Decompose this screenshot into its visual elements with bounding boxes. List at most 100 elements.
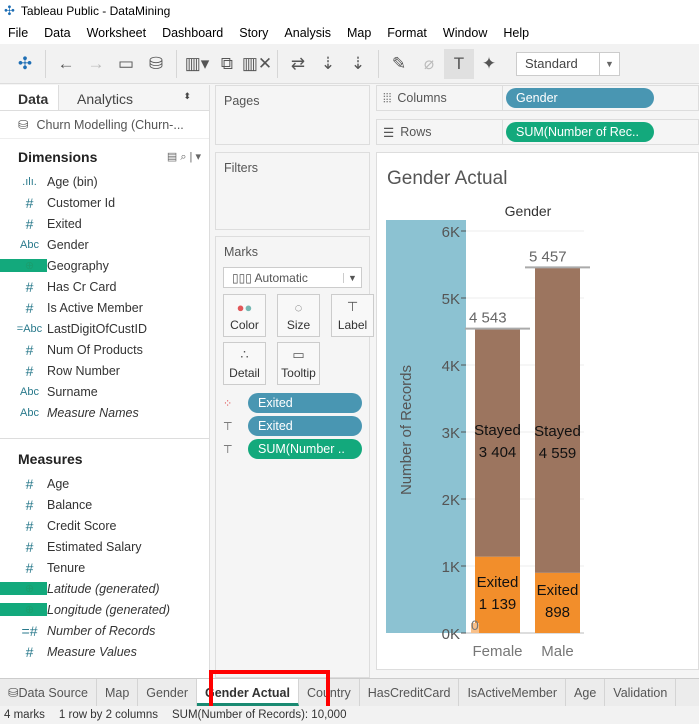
sort-descending-icon[interactable]: ⇣ [343,49,373,79]
pill-exited-color[interactable]: Exited [248,393,362,413]
y-tick-label: 1K [442,559,460,576]
datasource-item[interactable]: ⛁ Churn Modelling (Churn-... [0,111,209,139]
field-item[interactable]: ⊕ Longitude (generated) [0,599,209,620]
sheet-tab[interactable]: Map [97,679,139,706]
field-item[interactable]: # Exited [0,213,209,234]
globe-icon: ⊕ [0,603,47,616]
field-item[interactable]: =# Number of Records [0,620,209,641]
duplicate-sheet-icon[interactable]: ⧉ [212,49,242,79]
forward-arrow-icon[interactable]: → [81,49,111,79]
tab-analytics[interactable]: Analytics ⬍ [58,85,209,110]
field-item[interactable]: # Customer Id [0,192,209,213]
menu-format[interactable]: Format [379,26,435,40]
field-item[interactable]: Abc Surname [0,381,209,402]
save-icon[interactable]: ▭ [111,49,141,79]
swap-icon[interactable]: ⇄ [283,49,313,79]
status-bar: 4 marks 1 row by 2 columns SUM(Number of… [0,706,699,724]
menu-analysis[interactable]: Analysis [276,26,339,40]
fit-select[interactable]: Standard ▼ [516,51,620,76]
segment-label-value: 4 559 [539,445,577,462]
tooltip-button[interactable]: ▭ Tooltip [277,342,320,385]
sort-ascending-icon[interactable]: ⇣ [313,49,343,79]
menu-map[interactable]: Map [339,26,379,40]
marks-card: Marks ▯▯▯ Automatic ▼ ●● Color ◌ Size ⊤ Labe… [215,236,374,678]
menu-file[interactable]: File [0,26,36,40]
menu-worksheet[interactable]: Worksheet [79,26,155,40]
number-icon: # [25,517,34,534]
rows-shelf[interactable]: ☰ Rows SUM(Number of Rec.. [376,119,699,145]
back-arrow-icon[interactable]: ← [51,49,81,79]
new-worksheet-icon[interactable]: ▥▾ [182,49,212,79]
globe-icon: ⊕ [0,259,47,272]
color-button[interactable]: ●● Color [223,294,266,337]
tableau-logo-icon[interactable]: ✣ [10,49,40,79]
detail-icon: ∴ [240,347,249,362]
field-item[interactable]: # Has Cr Card [0,276,209,297]
field-item[interactable]: # Tenure [0,557,209,578]
columns-shelf[interactable]: ⦙⦙⦙ Columns Gender [376,85,699,111]
menu-help[interactable]: Help [495,26,537,40]
sheet-tab-label: Gender [146,685,188,700]
menu-window[interactable]: Window [435,26,495,40]
tab-analytics-label: Analytics [77,91,134,107]
menu-data[interactable]: Data [36,26,78,40]
highlight-icon[interactable]: ✎ [384,49,414,79]
field-label: Has Cr Card [47,279,117,294]
field-item[interactable]: =Abc LastDigitOfCustID [0,318,209,339]
sheet-tab[interactable]: HasCreditCard [360,679,460,706]
field-item[interactable]: # Row Number [0,360,209,381]
menu-dashboard[interactable]: Dashboard [154,26,231,40]
pill-gender[interactable]: Gender [506,88,654,108]
tooltip-icon: ▭ [292,347,305,362]
mark-type-select[interactable]: ▯▯▯ Automatic ▼ [223,267,362,288]
field-label: Longitude (generated) [47,602,171,617]
color-label: Color [230,317,259,332]
dimensions-list: .ılı. Age (bin) # Customer Id # Exited Abc Gend… [0,171,209,423]
show-labels-icon[interactable]: T [444,48,474,79]
field-item[interactable]: # Credit Score [0,515,209,536]
menu-bar: File Data Worksheet Dashboard Story Analysis M… [0,22,699,44]
size-label: Size [286,317,311,332]
pill-sum-records[interactable]: SUM(Number .. [248,439,362,459]
pill-exited-label[interactable]: Exited [248,416,362,436]
size-button[interactable]: ◌ Size [277,294,320,337]
label-label: Label [337,318,368,332]
filters-card[interactable]: Filters [215,152,370,230]
menu-story[interactable]: Story [231,26,276,40]
sheet-tab-label: IsActiveMember [467,685,558,700]
field-item[interactable]: # Is Active Member [0,297,209,318]
sheet-tab[interactable]: IsActiveMember [459,679,567,706]
sheet-tab[interactable]: Gender [138,679,197,706]
new-datasource-icon[interactable]: ⛁ [141,49,171,79]
globe-icon: ⊕ [0,582,47,595]
field-item[interactable]: Abc Measure Names [0,402,209,423]
bar-chart-icon: ▯▯▯ [232,270,255,285]
field-item[interactable]: ⊕ Latitude (generated) [0,578,209,599]
field-item[interactable]: # Age [0,473,209,494]
clear-sheet-icon[interactable]: ▥✕ [242,49,272,79]
field-item[interactable]: # Estimated Salary [0,536,209,557]
sheet-tabs: ⛁ Data Source Map Gender Gender Actual Count… [0,678,699,706]
field-item[interactable]: .ılı. Age (bin) [0,171,209,192]
pages-card[interactable]: Pages [215,85,370,145]
annotate-icon[interactable]: ⌀ [414,49,444,79]
detail-button[interactable]: ∴ Detail [223,342,266,385]
view-options-icon[interactable]: ▤ ⌕ | ▾ [167,150,201,164]
measures-heading: Measures [18,451,83,467]
color-icon: ●● [236,299,253,315]
stacked-bar-chart: Number of Records Gender 0K 1K 2K 3K 4K 5K 6K 4 5… [386,203,590,660]
field-item[interactable]: Abc Gender [0,234,209,255]
sheet-tab[interactable]: ⛁ Data Source [0,679,97,706]
field-item[interactable]: # Balance [0,494,209,515]
tab-data[interactable]: Data [0,85,58,110]
sheet-tab[interactable]: Age [566,679,606,706]
field-item[interactable]: # Num Of Products [0,339,209,360]
sheet-tab[interactable]: Validation [605,679,677,706]
label-button[interactable]: ⊤ Label [331,294,374,337]
field-item[interactable]: ⊕ Geography [0,255,209,276]
pill-sum-number-of-records[interactable]: SUM(Number of Rec.. [506,122,654,142]
segment-label-name: Exited [537,582,579,599]
field-item[interactable]: # Measure Values [0,641,209,662]
pin-icon[interactable]: ✦ [474,49,504,79]
field-label: Tenure [47,560,86,575]
